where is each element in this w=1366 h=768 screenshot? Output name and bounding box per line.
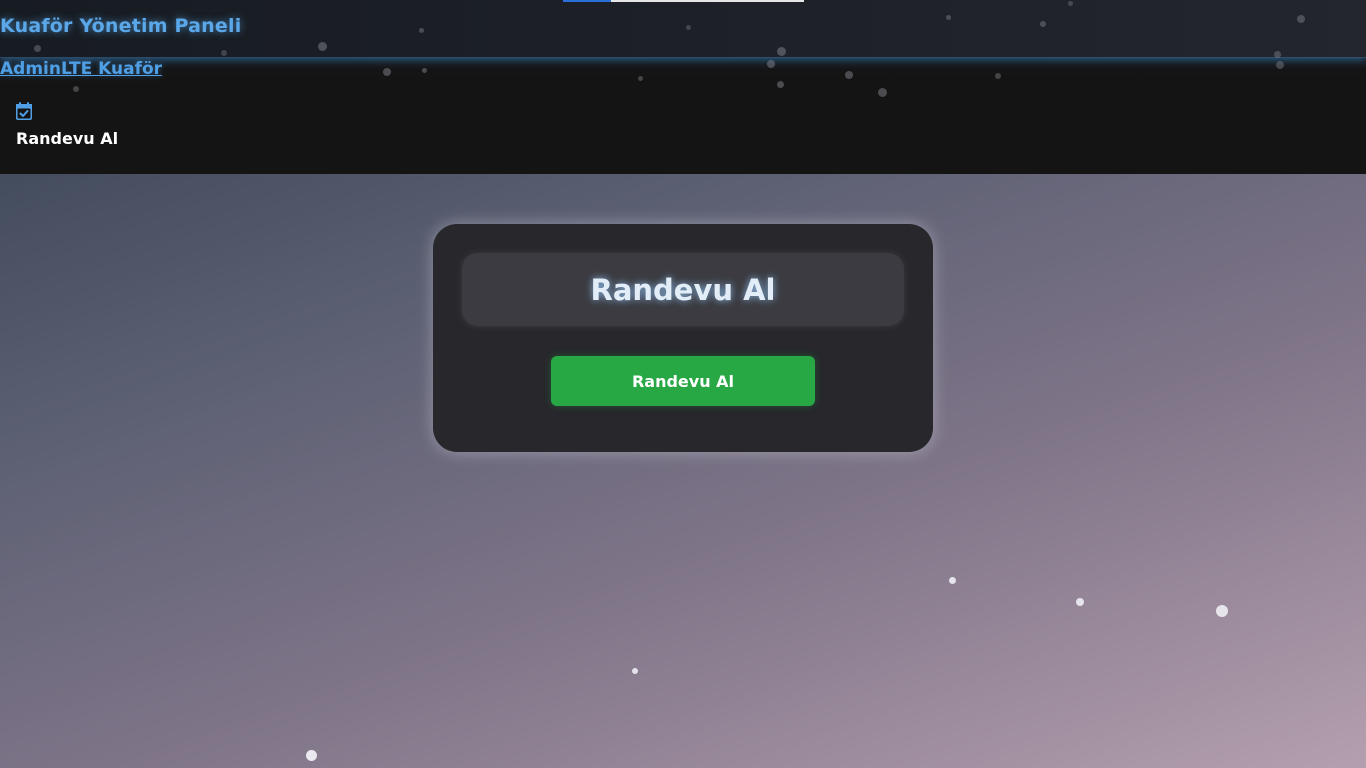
- app-title: Kuaför Yönetim Paneli: [0, 15, 242, 37]
- calendar-check-icon: [16, 102, 32, 120]
- top-navbar: Kuaför Yönetim Paneli AdminLTE Kuaför Ra…: [0, 0, 1366, 174]
- nav-item-label: Randevu Al: [16, 129, 119, 148]
- particle: [946, 15, 951, 20]
- particle: [221, 50, 227, 56]
- particle: [1040, 21, 1046, 27]
- particle: [1276, 61, 1284, 69]
- particle: [638, 76, 643, 81]
- particle: [1216, 605, 1228, 617]
- particle: [306, 750, 317, 761]
- top-progress-bar: [563, 0, 804, 2]
- particle: [777, 81, 784, 88]
- particle: [686, 25, 691, 30]
- particle: [1274, 51, 1281, 58]
- particle: [777, 47, 786, 56]
- card-title-box: Randevu Al: [462, 253, 904, 326]
- particle: [1068, 1, 1073, 6]
- card-title: Randevu Al: [590, 272, 776, 307]
- particle: [419, 28, 424, 33]
- appointment-card: Randevu Al Randevu Al: [433, 224, 933, 452]
- particle: [632, 668, 638, 674]
- brand-link[interactable]: AdminLTE Kuaför: [0, 59, 162, 79]
- particle: [422, 68, 427, 73]
- nav-item-randevu-al[interactable]: Randevu Al: [16, 102, 136, 150]
- particle: [1297, 15, 1305, 23]
- particle: [949, 577, 956, 584]
- particle: [73, 86, 79, 92]
- particle: [318, 42, 327, 51]
- particle: [878, 88, 887, 97]
- particle: [383, 68, 391, 76]
- book-appointment-button[interactable]: Randevu Al: [551, 356, 815, 406]
- particle: [34, 45, 41, 52]
- particle: [767, 60, 775, 68]
- particle: [845, 71, 853, 79]
- particle: [1076, 598, 1084, 606]
- particle: [995, 73, 1001, 79]
